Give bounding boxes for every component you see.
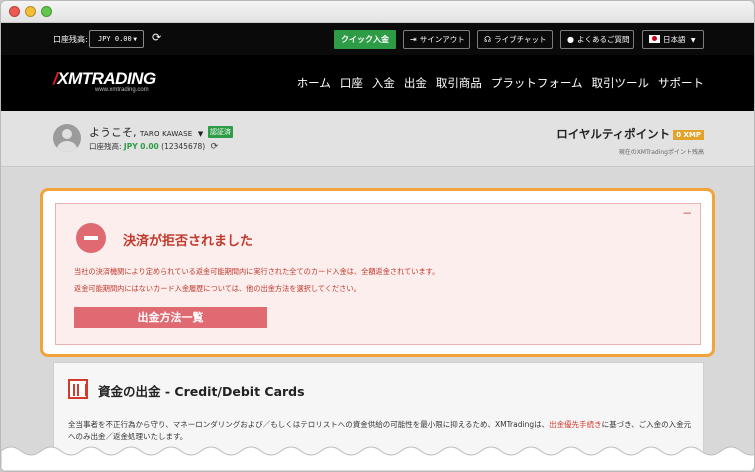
live-chat-label: ライブチャット	[494, 35, 547, 44]
nav-instruments[interactable]: 取引商品	[436, 75, 482, 91]
account-balance-amount: JPY 0.00	[123, 142, 159, 151]
nav-tools[interactable]: 取引ツール	[592, 75, 650, 91]
refresh-icon[interactable]: ⟳	[152, 31, 161, 44]
withdrawal-methods-button[interactable]: 出金方法一覧	[74, 307, 267, 328]
question-icon: ●	[567, 35, 574, 44]
nav-support[interactable]: サポート	[658, 75, 704, 91]
panel-title: 資金の出金 - Credit/Debit Cards	[98, 384, 305, 399]
xmtrading-logo[interactable]: /XMTRADING www.xmtrading.com	[53, 69, 173, 99]
account-summary-bar: ようこそ, TARO KAWASE ▼ 認証済 口座残高: JPY 0.00 (…	[1, 111, 754, 167]
account-balance-label: 口座残高:	[89, 142, 122, 151]
withdrawal-priority-link[interactable]: 出金優先手続き	[549, 420, 602, 429]
live-chat-button[interactable]: ☊ ライブチャット	[477, 30, 553, 49]
quick-deposit-button[interactable]: クイック入金	[334, 30, 396, 49]
avatar	[53, 124, 81, 152]
language-label: 日本語	[663, 35, 686, 44]
account-balance: 口座残高: JPY 0.00 (12345678) ⟳	[89, 141, 218, 152]
payment-declined-alert: − 決済が拒否されました 当社の決済機関により定められている返金可能期間内に実行…	[55, 203, 701, 345]
faq-label: よくあるご質問	[576, 35, 630, 44]
alert-title: 決済が拒否されました	[123, 234, 254, 249]
top-balance-label: 口座残高:	[53, 35, 88, 44]
balance-select-value: JPY 0.00	[98, 35, 132, 43]
alert-message: 当社の決済機関により定められている返金可能期間内に実行された全てのカード入金は、…	[74, 267, 440, 276]
language-select[interactable]: 日本語 ▼	[642, 30, 704, 49]
alert-highlight-frame: − 決済が拒否されました 当社の決済機関により定められている返金可能期間内に実行…	[40, 188, 715, 357]
loyalty-subtitle: 現在のXMTradingポイント残高	[618, 149, 704, 156]
stop-icon	[76, 223, 106, 253]
minimize-window-button[interactable]	[25, 6, 36, 17]
top-utility-bar: 口座残高: JPY 0.00 ▼ ⟳ クイック入金 ⇥ サインアウト ☊ ライブチャ…	[1, 23, 754, 55]
logo-url: www.xmtrading.com	[95, 87, 149, 93]
torn-edge	[1, 446, 754, 471]
account-number: (12345678)	[161, 142, 206, 151]
xmp-badge: 0 XMP	[673, 130, 704, 140]
loyalty-points: ロイヤルティポイント 0 XMP 現在のXMTradingポイント残高	[556, 126, 704, 156]
nav-account[interactable]: 口座	[340, 75, 363, 91]
japan-flag-icon	[649, 35, 660, 43]
nav-home[interactable]: ホーム	[297, 75, 331, 91]
sign-out-icon: ⇥	[410, 35, 417, 44]
nav-deposit[interactable]: 入金	[372, 75, 395, 91]
panel-description: 全当事者を不正行為から守り、マネーロンダリングおよび／もしくはテロリストへの資金…	[68, 420, 692, 441]
main-nav: ホーム 口座 入金 出金 取引商品 プラットフォーム 取引ツール サポート	[297, 75, 704, 91]
refresh-icon[interactable]: ⟳	[211, 142, 219, 152]
maximize-window-button[interactable]	[41, 6, 52, 17]
browser-window: 口座残高: JPY 0.00 ▼ ⟳ クイック入金 ⇥ サインアウト ☊ ライブチャ…	[0, 0, 755, 472]
chevron-down-icon: ▼	[197, 130, 204, 138]
chevron-down-icon: ▼	[133, 36, 137, 43]
nav-withdraw[interactable]: 出金	[404, 75, 427, 91]
nav-platforms[interactable]: プラットフォーム	[491, 75, 583, 91]
sign-out-label: サインアウト	[419, 35, 465, 44]
main-header: /XMTRADING www.xmtrading.com ホーム 口座 入金 出…	[1, 55, 754, 111]
welcome-label: ようこそ,	[89, 126, 137, 139]
chevron-down-icon: ▼	[690, 37, 696, 44]
loyalty-title: ロイヤルティポイント 0 XMP	[556, 126, 704, 142]
collapse-button[interactable]: −	[682, 206, 692, 220]
logo-text: /XMTRADING	[53, 69, 156, 88]
alert-message: 返金可能期間内にはないカード入金履歴については、他の出金方法を選択してください。	[74, 284, 361, 293]
balance-select[interactable]: JPY 0.00 ▼	[89, 30, 144, 48]
verified-badge: 認証済	[208, 126, 233, 138]
bank-card-icon	[68, 379, 88, 399]
welcome-text[interactable]: ようこそ, TARO KAWASE ▼	[89, 124, 203, 140]
headset-icon: ☊	[484, 35, 492, 44]
faq-button[interactable]: ● よくあるご質問	[560, 30, 634, 49]
user-name: TARO KAWASE	[140, 130, 193, 138]
sign-out-button[interactable]: ⇥ サインアウト	[403, 30, 470, 49]
window-titlebar	[1, 1, 754, 23]
close-window-button[interactable]	[9, 6, 20, 17]
